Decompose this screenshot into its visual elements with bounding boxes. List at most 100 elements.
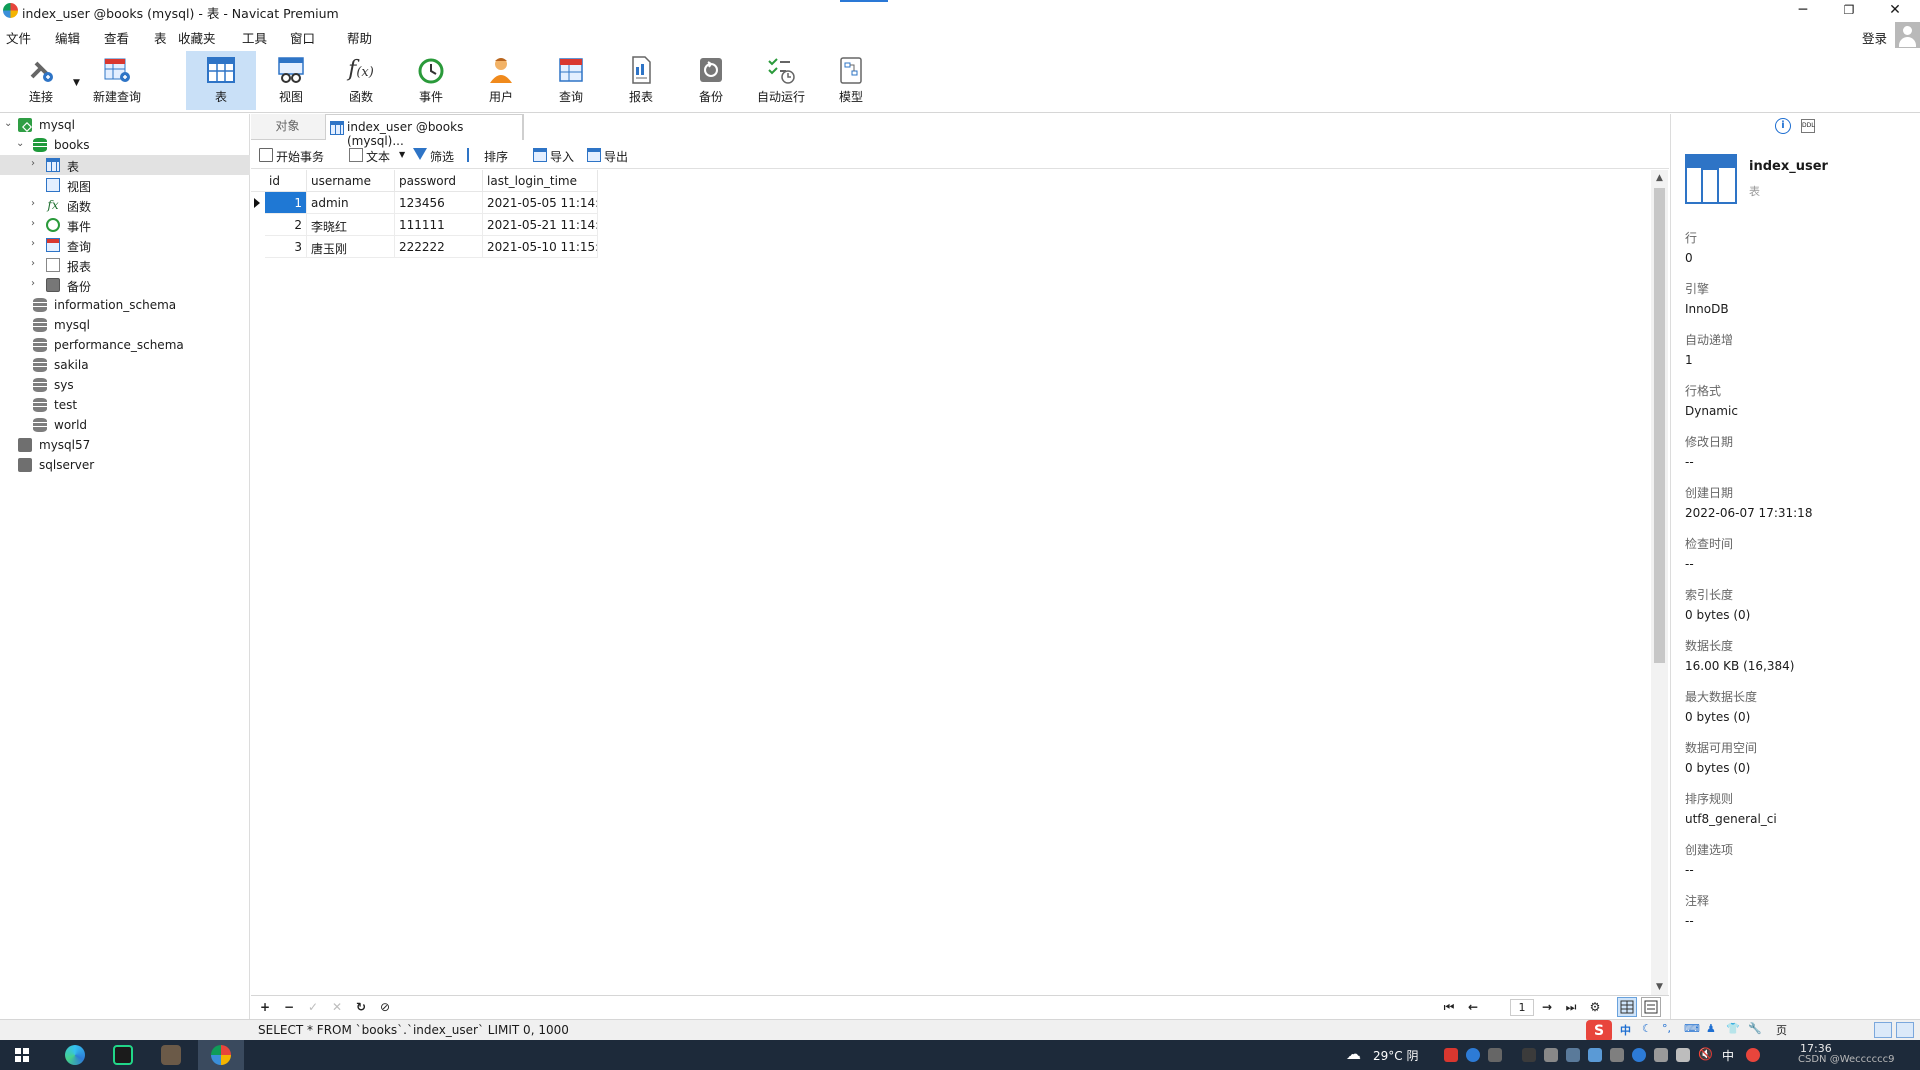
- tree-node-functions[interactable]: › fx 函数: [0, 195, 250, 215]
- toolbar-function-button[interactable]: f(x) 函数: [326, 51, 396, 110]
- cell-username[interactable]: 李晓红: [307, 214, 395, 236]
- weather-cloud-icon[interactable]: ☁: [1346, 1045, 1361, 1063]
- form-view-toggle[interactable]: [1641, 997, 1661, 1017]
- taskbar-pycharm[interactable]: [100, 1040, 146, 1070]
- last-page-icon[interactable]: ⏭: [1563, 999, 1579, 1015]
- tab-index-user[interactable]: index_user @books (mysql)...: [325, 114, 523, 148]
- bluetooth-icon[interactable]: [1632, 1048, 1646, 1062]
- menu-help[interactable]: 帮助: [347, 28, 372, 47]
- scroll-down-icon[interactable]: ▼: [1651, 979, 1668, 995]
- taskbar-app[interactable]: [148, 1040, 194, 1070]
- export-button[interactable]: 导出: [587, 147, 635, 165]
- menu-favorites[interactable]: 收藏夹: [178, 28, 216, 47]
- ime-user-icon[interactable]: ♟: [1706, 1022, 1716, 1035]
- toggle-right-pane-icon[interactable]: [1896, 1022, 1914, 1038]
- tree-node-reports[interactable]: › 报表: [0, 255, 250, 275]
- menu-edit[interactable]: 编辑: [55, 28, 80, 47]
- menu-window[interactable]: 窗口: [290, 28, 315, 47]
- tree-node-backups[interactable]: › 备份: [0, 275, 250, 295]
- ime-keyboard-icon[interactable]: ⌨: [1684, 1022, 1700, 1035]
- toolbar-model-button[interactable]: 模型: [816, 51, 886, 110]
- toolbar-connection-button[interactable]: 连接: [6, 51, 76, 110]
- tray-app-icon[interactable]: [1488, 1048, 1502, 1062]
- ime-skin-icon[interactable]: 👕: [1726, 1022, 1740, 1035]
- tree-database-books[interactable]: ⌄ books: [0, 135, 250, 155]
- tray-app-icon[interactable]: [1654, 1048, 1668, 1062]
- ime-moon-icon[interactable]: ☾: [1642, 1022, 1652, 1035]
- tree-database[interactable]: performance_schema: [0, 335, 250, 355]
- menu-table[interactable]: 表: [154, 28, 167, 47]
- cell-password[interactable]: 123456: [395, 192, 483, 214]
- expand-icon[interactable]: ›: [31, 218, 35, 229]
- cell-id[interactable]: 3: [265, 236, 307, 258]
- menu-tools[interactable]: 工具: [242, 28, 267, 47]
- tray-app-icon[interactable]: [1466, 1048, 1480, 1062]
- cell-last-login-time[interactable]: 2021-05-05 11:14:2: [483, 192, 598, 214]
- tray-app-icon[interactable]: [1588, 1048, 1602, 1062]
- toolbar-view-button[interactable]: 视图: [256, 51, 326, 110]
- tray-app-icon[interactable]: [1544, 1048, 1558, 1062]
- text-view-button[interactable]: 文本 ▼: [349, 147, 407, 165]
- add-record-icon[interactable]: +: [257, 999, 273, 1015]
- tray-app-icon[interactable]: [1522, 1048, 1536, 1062]
- connection-dropdown-icon[interactable]: ▼: [73, 78, 80, 88]
- toolbar-event-button[interactable]: 事件: [396, 51, 466, 110]
- delete-record-icon[interactable]: −: [281, 999, 297, 1015]
- tree-database[interactable]: information_schema: [0, 295, 250, 315]
- tree-node-views[interactable]: 视图: [0, 175, 250, 195]
- collapse-icon[interactable]: ⌄: [4, 118, 12, 129]
- tree-database[interactable]: sys: [0, 375, 250, 395]
- column-header-username[interactable]: username: [307, 170, 395, 192]
- scrollbar-thumb[interactable]: [1654, 188, 1665, 663]
- toolbar-user-button[interactable]: 用户: [466, 51, 536, 110]
- minimize-button[interactable]: ─: [1780, 0, 1826, 22]
- stop-icon[interactable]: ⊘: [377, 999, 393, 1015]
- network-icon[interactable]: [1676, 1048, 1690, 1062]
- tree-database[interactable]: sakila: [0, 355, 250, 375]
- expand-icon[interactable]: ›: [31, 198, 35, 209]
- sogou-ime-icon[interactable]: S: [1586, 1020, 1612, 1042]
- cell-password[interactable]: 222222: [395, 236, 483, 258]
- next-page-icon[interactable]: →: [1539, 999, 1555, 1015]
- close-button[interactable]: ✕: [1872, 0, 1918, 22]
- sort-button[interactable]: 排序: [467, 147, 517, 165]
- scroll-up-icon[interactable]: ▲: [1651, 170, 1668, 186]
- begin-transaction-button[interactable]: 开始事务: [259, 147, 329, 165]
- menu-file[interactable]: 文件: [6, 28, 31, 47]
- grid-vertical-scrollbar[interactable]: ▲ ▼: [1651, 170, 1668, 995]
- toolbar-table-button[interactable]: 表: [186, 51, 256, 110]
- restore-button[interactable]: ❐: [1826, 0, 1872, 22]
- page-number-input[interactable]: 1: [1510, 999, 1534, 1016]
- menu-view[interactable]: 查看: [104, 28, 129, 47]
- toolbar-automation-button[interactable]: 自动运行: [746, 51, 816, 110]
- tray-app-icon[interactable]: [1610, 1048, 1624, 1062]
- expand-icon[interactable]: ›: [31, 258, 35, 269]
- column-header-id[interactable]: id: [265, 170, 307, 192]
- cell-id[interactable]: 2: [265, 214, 307, 236]
- expand-icon[interactable]: ›: [31, 158, 35, 169]
- expand-icon[interactable]: ›: [31, 238, 35, 249]
- weather-text[interactable]: 29°C 阴: [1373, 1047, 1418, 1064]
- cell-username[interactable]: admin: [307, 192, 395, 214]
- toggle-left-pane-icon[interactable]: [1874, 1022, 1892, 1038]
- toolbar-backup-button[interactable]: 备份: [676, 51, 746, 110]
- toolbar-new-query-button[interactable]: 新建查询: [82, 51, 152, 110]
- taskbar-edge[interactable]: [52, 1040, 98, 1070]
- volume-icon[interactable]: 🔇: [1698, 1047, 1713, 1061]
- filter-button[interactable]: 筛选: [413, 147, 463, 165]
- ime-punctuation-icon[interactable]: °,: [1662, 1022, 1671, 1035]
- info-icon[interactable]: i: [1775, 118, 1791, 134]
- tree-database[interactable]: world: [0, 415, 250, 435]
- user-avatar-icon[interactable]: [1895, 22, 1920, 48]
- first-page-icon[interactable]: ⏮: [1441, 999, 1457, 1015]
- collapse-icon[interactable]: ⌄: [16, 138, 24, 149]
- ddl-icon[interactable]: DDL: [1801, 119, 1815, 133]
- cell-last-login-time[interactable]: 2021-05-10 11:15:4: [483, 236, 598, 258]
- toolbar-report-button[interactable]: 报表: [606, 51, 676, 110]
- tree-connection[interactable]: mysql57: [0, 435, 250, 455]
- tab-objects[interactable]: 对象: [251, 114, 324, 140]
- cell-last-login-time[interactable]: 2021-05-21 11:14:5: [483, 214, 598, 236]
- tree-node-queries[interactable]: › 查询: [0, 235, 250, 255]
- sogou-tray-icon[interactable]: [1746, 1048, 1760, 1062]
- grid-view-toggle[interactable]: [1617, 997, 1637, 1017]
